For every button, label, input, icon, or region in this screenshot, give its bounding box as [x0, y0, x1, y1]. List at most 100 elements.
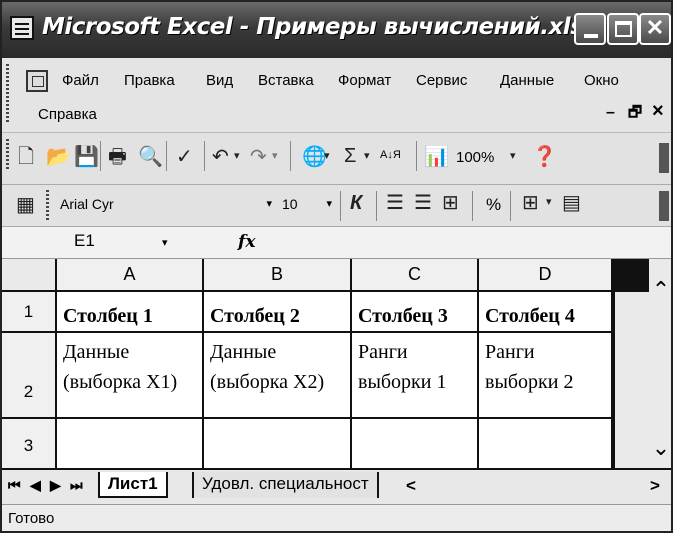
cell-a3[interactable]: [57, 419, 204, 468]
row-header-1[interactable]: 1: [2, 292, 57, 333]
fill-color-icon[interactable]: ▤: [562, 193, 581, 213]
toolbar-options-icon[interactable]: [659, 191, 669, 221]
menu-data[interactable]: Данные: [500, 72, 554, 89]
cell-d3[interactable]: [479, 419, 613, 468]
align-center-icon[interactable]: ☰: [414, 193, 432, 213]
zoom-dropdown-icon[interactable]: ▾: [510, 151, 516, 162]
italic-button[interactable]: К: [350, 193, 362, 213]
undo-icon[interactable]: ↶: [212, 147, 229, 167]
spelling-icon[interactable]: ✓: [176, 147, 193, 167]
title-bar[interactable]: Microsoft Excel - Примеры вычислений.xls…: [2, 2, 671, 58]
last-sheet-icon[interactable]: ⏭: [70, 477, 83, 494]
column-header-a[interactable]: A: [57, 259, 204, 292]
previous-sheet-icon[interactable]: ◀: [30, 477, 41, 494]
cell-line: Ранги: [358, 341, 408, 363]
menu-window[interactable]: Окно: [584, 72, 619, 89]
sheet-tab-list1[interactable]: Лист1: [98, 472, 168, 498]
cell-line: выборки 1: [358, 371, 447, 393]
column-header-c[interactable]: C: [352, 259, 479, 292]
separator: [204, 141, 205, 171]
separator: [340, 191, 341, 221]
first-sheet-icon[interactable]: ⏮: [8, 477, 21, 494]
toolbar-options-icon[interactable]: [659, 143, 669, 173]
cell-c3[interactable]: [352, 419, 479, 468]
formatting-toolbar: ▦ Arial Cyr ▾ 10 ▾ К ☰ ☰ ⊞ % ⊞ ▾ ▤: [2, 185, 671, 227]
menu-format[interactable]: Формат: [338, 72, 391, 89]
cell-c2[interactable]: Ранги выборки 1: [352, 333, 479, 419]
cell-b3[interactable]: [204, 419, 352, 468]
minimize-icon: [584, 34, 598, 38]
hyperlink-dropdown-icon[interactable]: ▾: [324, 151, 330, 162]
cell-d1[interactable]: Столбец 4: [479, 292, 613, 333]
separator: [416, 141, 417, 171]
new-icon[interactable]: 🗋: [18, 147, 34, 167]
font-name-combo[interactable]: Arial Cyr ▾: [56, 193, 274, 219]
name-box-dropdown-icon[interactable]: ▾: [162, 236, 168, 249]
next-sheet-icon[interactable]: ▶: [50, 477, 61, 494]
cell-d2[interactable]: Ранги выборки 2: [479, 333, 613, 419]
merge-center-icon[interactable]: ⊞: [442, 193, 459, 213]
workbook-minimize-button[interactable]: –: [606, 104, 615, 122]
menu-edit[interactable]: Правка: [124, 72, 175, 89]
font-name-dropdown-icon[interactable]: ▾: [266, 197, 272, 210]
menu-tools[interactable]: Сервис: [416, 72, 467, 89]
menu-help[interactable]: Справка: [38, 106, 97, 123]
menu-view[interactable]: Вид: [206, 72, 233, 89]
redo-icon[interactable]: ↷: [250, 147, 267, 167]
row-header-2[interactable]: 2: [2, 333, 57, 419]
workbook-close-button[interactable]: ×: [652, 100, 664, 123]
save-icon[interactable]: 💾: [74, 147, 99, 167]
borders-icon[interactable]: ⊞: [522, 193, 539, 213]
menu-bar: Файл Правка Вид Вставка Формат Сервис Да…: [2, 58, 671, 133]
maximize-button[interactable]: [607, 13, 639, 45]
cell-a2[interactable]: Данные (выборка X1): [57, 333, 204, 419]
borders-dropdown-icon[interactable]: ▾: [546, 197, 552, 208]
close-button[interactable]: ✕: [639, 13, 671, 45]
print-preview-icon[interactable]: 🔍: [138, 147, 163, 167]
cell-b2[interactable]: Данные (выборка X2): [204, 333, 352, 419]
sheet-tab-udovl-specialnost[interactable]: Удовл. специальност: [192, 472, 379, 498]
cell-line: выборки 2: [485, 371, 574, 393]
cell-a1[interactable]: Столбец 1: [57, 292, 204, 333]
scroll-down-icon[interactable]: ⌄: [651, 435, 671, 461]
autosum-icon[interactable]: Σ: [344, 146, 356, 166]
percent-style-button[interactable]: %: [486, 195, 501, 215]
horizontal-scroll-left-icon[interactable]: <: [406, 476, 416, 496]
insert-function-icon[interactable]: fx: [238, 232, 255, 252]
align-left-icon[interactable]: ☰: [386, 193, 404, 213]
print-icon[interactable]: 🖶: [108, 147, 127, 167]
column-header-b[interactable]: B: [204, 259, 352, 292]
autosum-dropdown-icon[interactable]: ▾: [364, 151, 370, 162]
horizontal-scroll-right-icon[interactable]: >: [650, 476, 660, 496]
open-icon[interactable]: 📂: [46, 147, 71, 167]
toolbar-grip[interactable]: [46, 190, 49, 220]
undo-dropdown-icon[interactable]: ▾: [234, 151, 240, 162]
minimize-button[interactable]: [574, 13, 606, 45]
cell-b1[interactable]: Столбец 2: [204, 292, 352, 333]
excel-app-icon[interactable]: [10, 16, 34, 40]
cell-c1[interactable]: Столбец 3: [352, 292, 479, 333]
chart-wizard-icon[interactable]: 📊: [424, 147, 449, 167]
menubar-grip[interactable]: [6, 64, 9, 124]
menu-insert[interactable]: Вставка: [258, 72, 314, 89]
row-header-3[interactable]: 3: [2, 419, 57, 468]
vertical-scrollbar[interactable]: ⌃ ⌄: [613, 259, 671, 468]
redo-dropdown-icon[interactable]: ▾: [272, 151, 278, 162]
toolbar-options-icon[interactable]: ▦: [16, 195, 35, 215]
font-size-combo[interactable]: 10 ▾: [278, 193, 334, 219]
document-icon[interactable]: [26, 70, 48, 92]
select-all-corner[interactable]: [2, 259, 57, 292]
column-header-e[interactable]: [615, 259, 649, 292]
toolbar-grip[interactable]: [6, 139, 9, 171]
column-header-d[interactable]: D: [479, 259, 613, 292]
help-icon[interactable]: ❓: [532, 147, 557, 167]
zoom-value[interactable]: 100%: [456, 149, 494, 166]
sort-ascending-icon[interactable]: А↓Я: [380, 149, 401, 161]
close-icon: ✕: [645, 15, 665, 40]
workbook-restore-button[interactable]: 🗗: [628, 102, 642, 127]
cell-line: Данные: [63, 341, 130, 363]
menu-file[interactable]: Файл: [62, 72, 99, 89]
scroll-up-icon[interactable]: ⌃: [651, 277, 671, 303]
font-size-dropdown-icon[interactable]: ▾: [326, 197, 332, 210]
separator: [376, 191, 377, 221]
